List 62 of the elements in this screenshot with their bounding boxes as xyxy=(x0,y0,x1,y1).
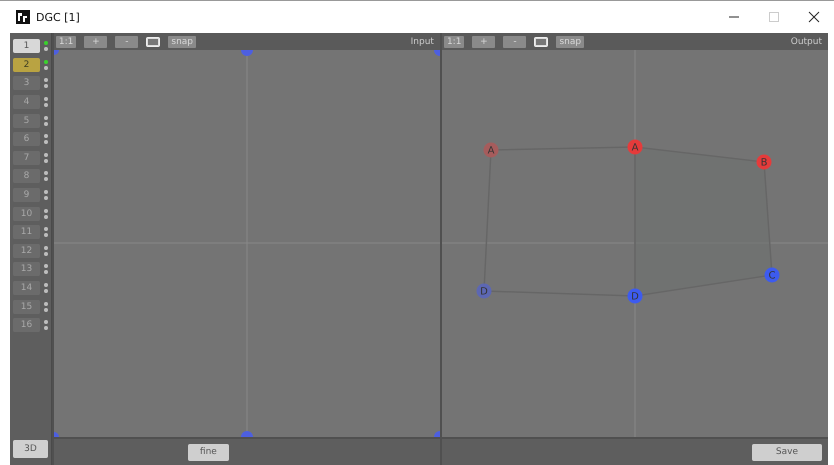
zoom-reset-button[interactable]: 1:1 xyxy=(444,36,464,48)
channel-button[interactable]: 12 xyxy=(13,244,40,258)
status-dot xyxy=(44,252,48,256)
status-dot xyxy=(44,47,48,52)
snap-button[interactable]: snap xyxy=(168,36,196,48)
status-dot xyxy=(44,270,48,274)
channel-button[interactable]: 2 xyxy=(13,58,40,72)
footer-button[interactable]: Save xyxy=(752,444,822,460)
status-dot xyxy=(44,233,48,238)
close-button[interactable] xyxy=(808,11,820,23)
corner-handle[interactable] xyxy=(434,431,440,437)
control-point[interactable]: B xyxy=(756,154,772,170)
control-point[interactable]: D xyxy=(476,284,492,298)
app-icon xyxy=(16,10,30,24)
channel-button[interactable]: 8 xyxy=(13,169,40,184)
zoom-reset-button[interactable]: 1:1 xyxy=(56,36,76,48)
status-dot xyxy=(44,326,48,330)
channel-button[interactable]: 13 xyxy=(13,262,40,276)
channel-button[interactable]: 9 xyxy=(13,188,40,202)
zoom-in-button[interactable]: + xyxy=(472,36,496,48)
channel-button[interactable]: 7 xyxy=(13,150,40,165)
zoom-in-button[interactable]: + xyxy=(84,36,108,48)
fit-screen-icon[interactable] xyxy=(146,36,160,46)
status-dot xyxy=(44,158,48,163)
status-dot xyxy=(44,84,48,88)
panel-label: Input xyxy=(410,36,434,46)
window-title: DGC [1] xyxy=(36,10,80,24)
channel-button[interactable]: 6 xyxy=(13,132,40,146)
status-dot xyxy=(44,66,48,70)
status-dot xyxy=(44,196,48,200)
status-dot xyxy=(44,214,48,219)
control-point[interactable]: C xyxy=(764,268,780,282)
channel-button[interactable]: 5 xyxy=(13,114,40,128)
channel-button[interactable]: 10 xyxy=(13,206,40,221)
status-dot xyxy=(44,103,48,108)
panel-label: Output xyxy=(790,36,822,46)
corner-handle[interactable] xyxy=(54,50,59,55)
corner-handle[interactable] xyxy=(434,50,440,56)
status-dot xyxy=(44,140,48,144)
snap-button[interactable]: snap xyxy=(556,36,584,48)
status-dot xyxy=(44,122,48,126)
channel-button[interactable]: 14 xyxy=(13,281,40,296)
control-point[interactable]: A xyxy=(627,140,642,154)
channel-button[interactable]: 16 xyxy=(13,318,40,332)
zoom-out-button[interactable]: - xyxy=(503,36,526,48)
corner-handle[interactable] xyxy=(54,432,59,437)
3d-button[interactable]: 3D xyxy=(13,440,48,458)
corner-handle[interactable] xyxy=(240,431,253,437)
channel-button[interactable]: 11 xyxy=(13,225,40,240)
channel-button[interactable]: 4 xyxy=(13,95,40,110)
status-dot xyxy=(44,289,48,294)
status-dot xyxy=(44,308,48,312)
footer-button[interactable]: fine xyxy=(188,444,229,460)
status-dot xyxy=(44,177,48,182)
channel-button[interactable]: 3 xyxy=(13,76,40,90)
control-point[interactable]: A xyxy=(483,142,498,158)
corner-handle[interactable] xyxy=(240,50,253,56)
channel-button[interactable]: 15 xyxy=(13,300,40,314)
channel-button[interactable]: 1 xyxy=(13,39,40,54)
control-point[interactable]: D xyxy=(627,288,642,304)
fit-screen-icon[interactable] xyxy=(534,36,548,46)
zoom-out-button[interactable]: - xyxy=(115,36,138,48)
